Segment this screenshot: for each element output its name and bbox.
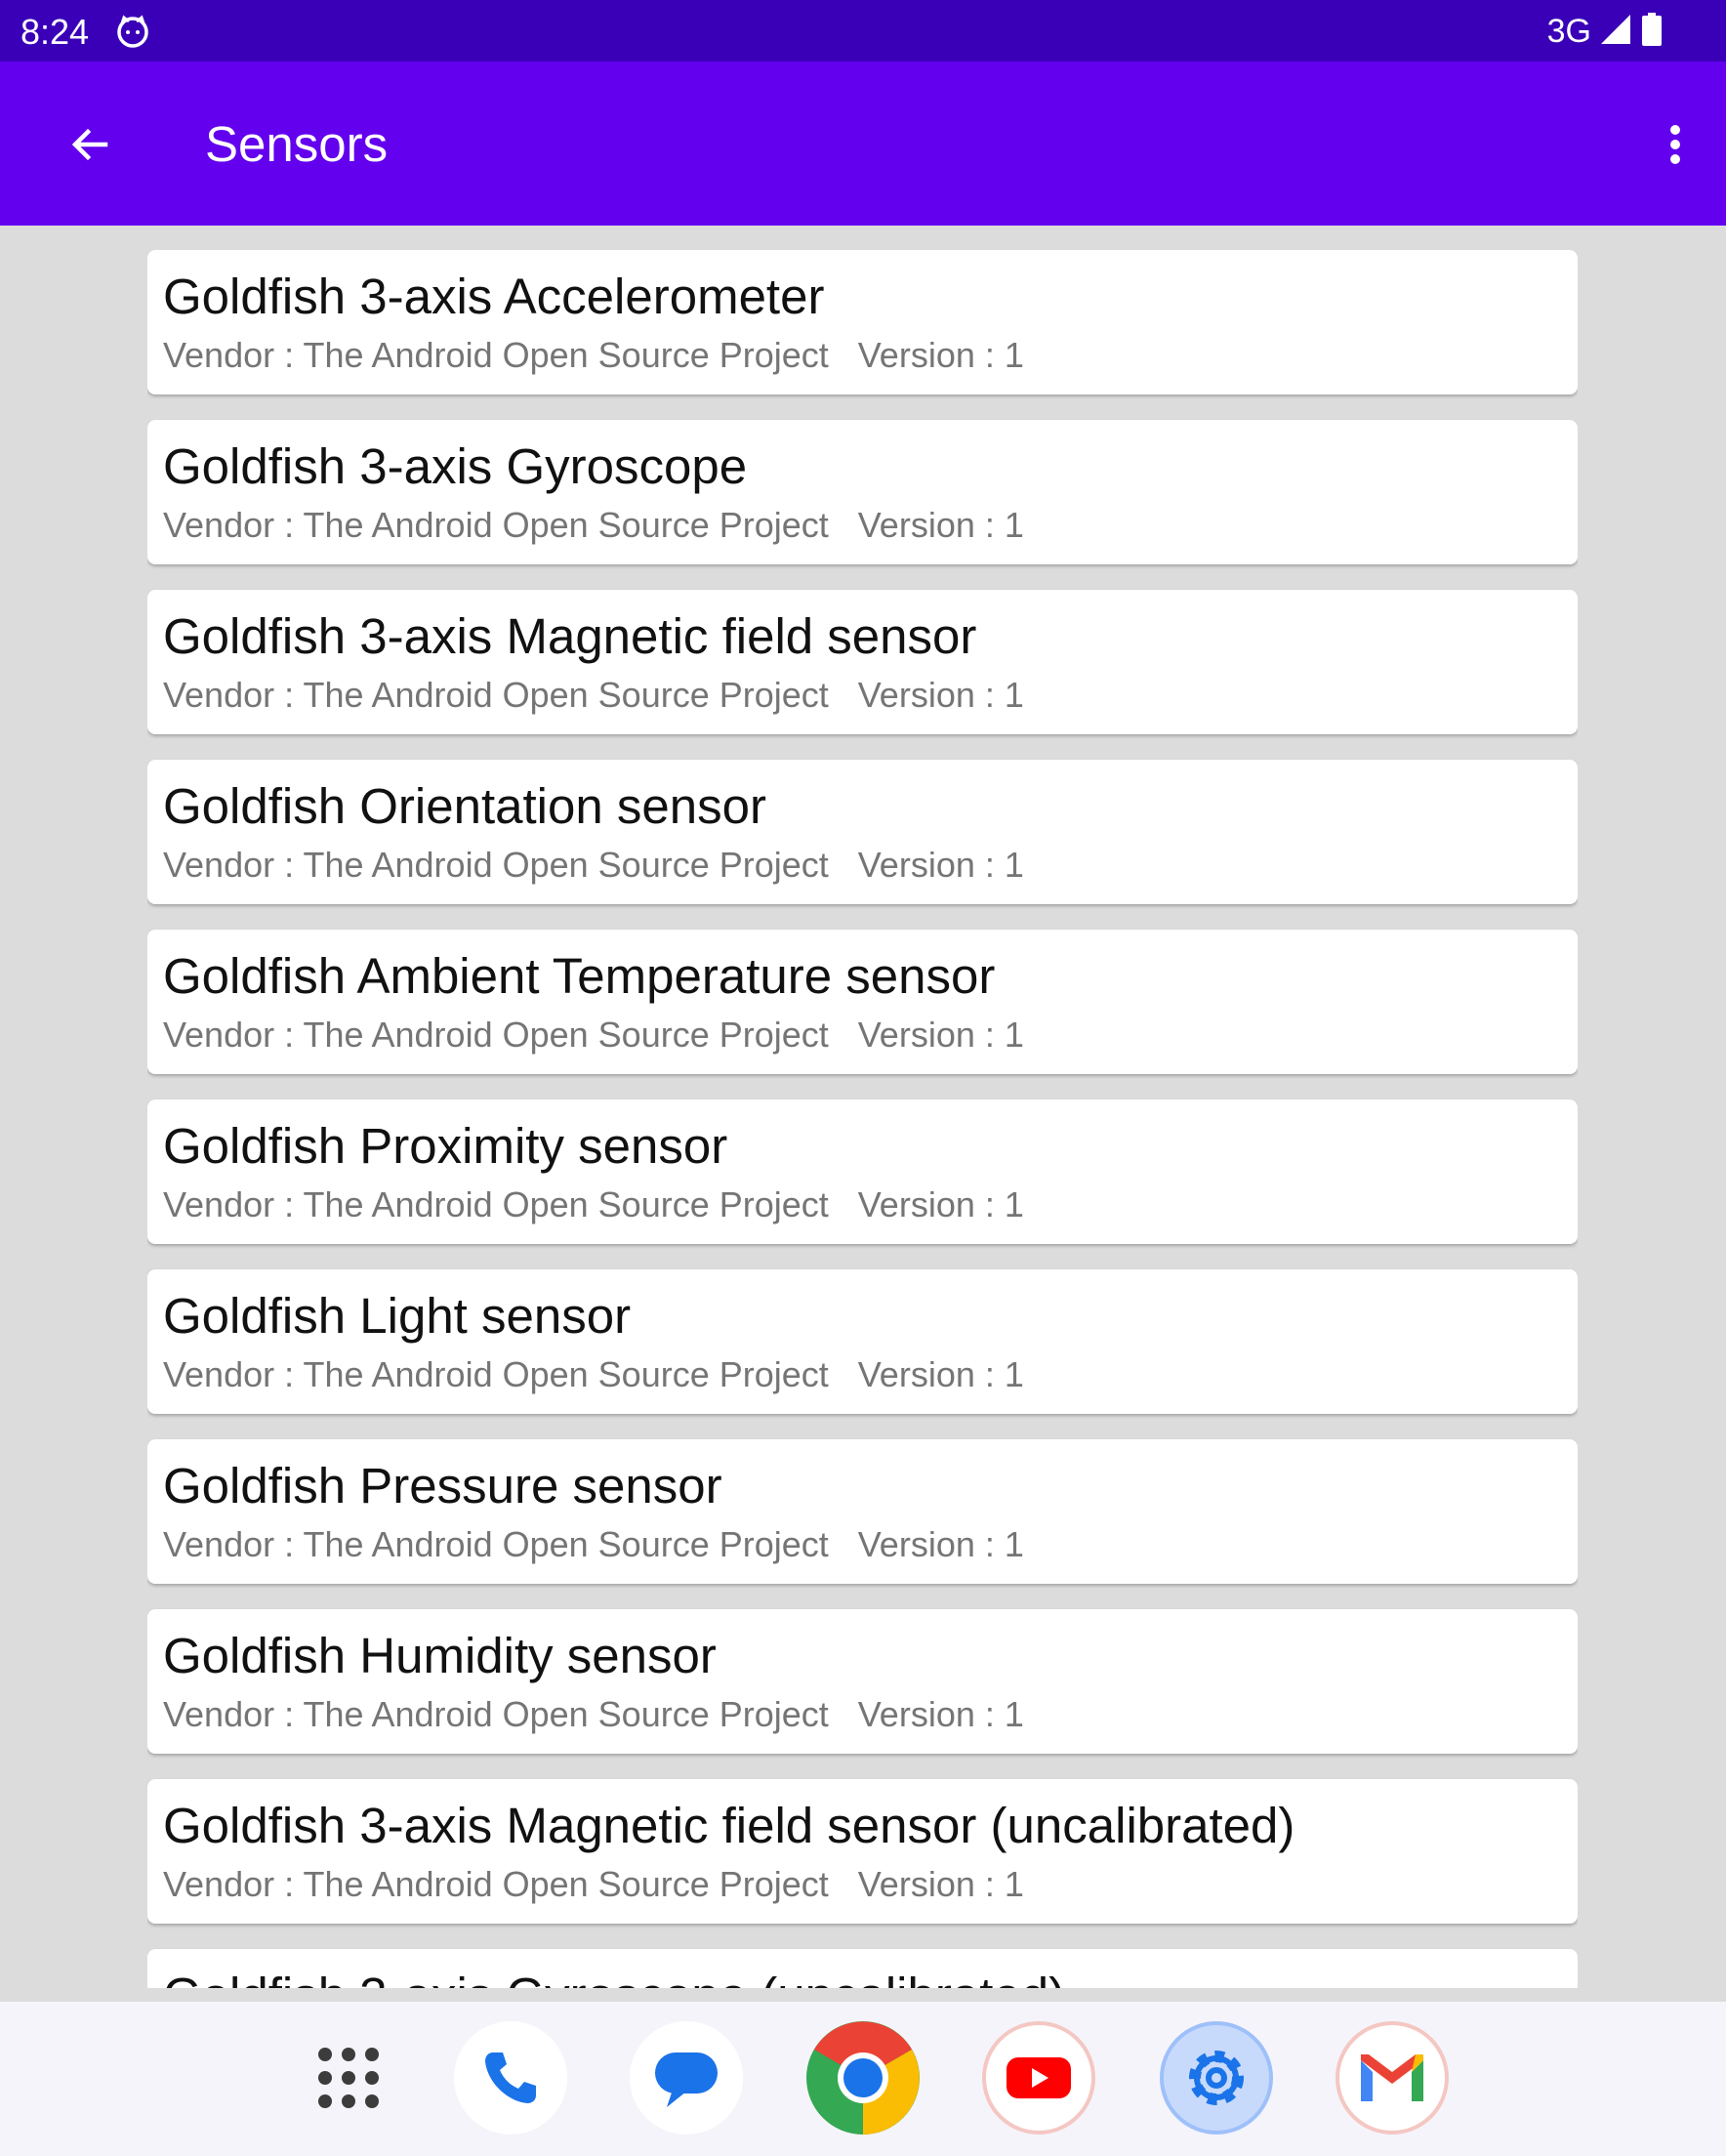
sensor-version: Version : 1 xyxy=(857,1694,1024,1734)
sensor-version: Version : 1 xyxy=(857,1015,1024,1055)
sensor-version: Version : 1 xyxy=(857,1184,1024,1224)
sensor-name: Goldfish Proximity sensor xyxy=(163,1118,728,1174)
sensor-item[interactable]: Goldfish 3-axis Accelerometer Vendor : T… xyxy=(147,250,1578,394)
sensor-name: Goldfish Ambient Temperature sensor xyxy=(163,948,996,1004)
cat-icon xyxy=(115,14,150,49)
app-drawer-icon[interactable] xyxy=(292,2021,405,2135)
sensor-item[interactable]: Goldfish 3-axis Gyroscope Vendor : The A… xyxy=(147,420,1578,564)
sensor-vendor: Vendor : The Android Open Source Project xyxy=(163,1184,829,1224)
battery-icon xyxy=(1640,12,1664,52)
sensor-vendor: Vendor : The Android Open Source Project xyxy=(163,1524,829,1564)
app-dock xyxy=(0,2002,1726,2156)
sensor-vendor: Vendor : The Android Open Source Project xyxy=(163,1354,829,1394)
sensor-item[interactable]: Goldfish Humidity sensor Vendor : The An… xyxy=(147,1609,1578,1754)
sensor-name: Goldfish 3-axis Gyroscope (uncalibrated) xyxy=(163,1967,1065,1988)
sensor-name: Goldfish Orientation sensor xyxy=(163,778,766,834)
phone-icon[interactable] xyxy=(454,2021,567,2135)
messages-icon[interactable] xyxy=(630,2021,743,2135)
signal-icon xyxy=(1599,13,1632,51)
sensor-version: Version : 1 xyxy=(857,1524,1024,1564)
youtube-icon[interactable] xyxy=(982,2021,1095,2135)
sensor-name: Goldfish 3-axis Magnetic field sensor xyxy=(163,608,977,664)
sensor-vendor: Vendor : The Android Open Source Project xyxy=(163,1694,829,1734)
sensor-version: Version : 1 xyxy=(857,335,1024,375)
sensor-item[interactable]: Goldfish Proximity sensor Vendor : The A… xyxy=(147,1099,1578,1244)
sensor-vendor: Vendor : The Android Open Source Project xyxy=(163,505,829,545)
chrome-icon[interactable] xyxy=(806,2021,920,2135)
app-bar: Sensors xyxy=(0,62,1726,226)
sensor-vendor: Vendor : The Android Open Source Project xyxy=(163,845,829,885)
sensor-name: Goldfish 3-axis Magnetic field sensor (u… xyxy=(163,1798,1295,1853)
sensor-name: Goldfish Humidity sensor xyxy=(163,1628,717,1683)
sensor-vendor: Vendor : The Android Open Source Project xyxy=(163,1864,829,1904)
sensor-item[interactable]: Goldfish Ambient Temperature sensor Vend… xyxy=(147,930,1578,1074)
more-vert-icon[interactable] xyxy=(1644,113,1706,176)
sensor-vendor: Vendor : The Android Open Source Project xyxy=(163,335,829,375)
sensor-version: Version : 1 xyxy=(857,505,1024,545)
settings-icon[interactable] xyxy=(1160,2021,1273,2135)
sensor-vendor: Vendor : The Android Open Source Project xyxy=(163,1015,829,1055)
sensor-name: Goldfish 3-axis Gyroscope xyxy=(163,438,748,494)
sensor-item[interactable]: Goldfish 3-axis Magnetic field sensor Ve… xyxy=(147,590,1578,734)
sensor-version: Version : 1 xyxy=(857,845,1024,885)
sensor-name: Goldfish Pressure sensor xyxy=(163,1458,722,1513)
sensor-vendor: Vendor : The Android Open Source Project xyxy=(163,675,829,715)
sensor-item[interactable]: Goldfish Orientation sensor Vendor : The… xyxy=(147,760,1578,904)
sensor-name: Goldfish Light sensor xyxy=(163,1288,632,1344)
sensor-item[interactable]: Goldfish 3-axis Gyroscope (uncalibrated) xyxy=(147,1949,1578,1988)
status-bar: 8:24 3G xyxy=(0,0,1726,62)
sensor-version: Version : 1 xyxy=(857,1354,1024,1394)
sensor-name: Goldfish 3-axis Accelerometer xyxy=(163,269,825,324)
sensor-version: Version : 1 xyxy=(857,1864,1024,1904)
arrow-back-icon[interactable] xyxy=(59,113,121,176)
sensor-list: Goldfish 3-axis Accelerometer Vendor : T… xyxy=(147,250,1578,1988)
sensor-item[interactable]: Goldfish 3-axis Magnetic field sensor (u… xyxy=(147,1779,1578,1924)
status-time: 8:24 xyxy=(21,12,90,52)
sensor-item[interactable]: Goldfish Pressure sensor Vendor : The An… xyxy=(147,1439,1578,1584)
network-type: 3G xyxy=(1546,12,1591,50)
gmail-icon[interactable] xyxy=(1336,2021,1449,2135)
sensor-version: Version : 1 xyxy=(857,675,1024,715)
page-title: Sensors xyxy=(205,116,389,172)
sensor-item[interactable]: Goldfish Light sensor Vendor : The Andro… xyxy=(147,1269,1578,1414)
